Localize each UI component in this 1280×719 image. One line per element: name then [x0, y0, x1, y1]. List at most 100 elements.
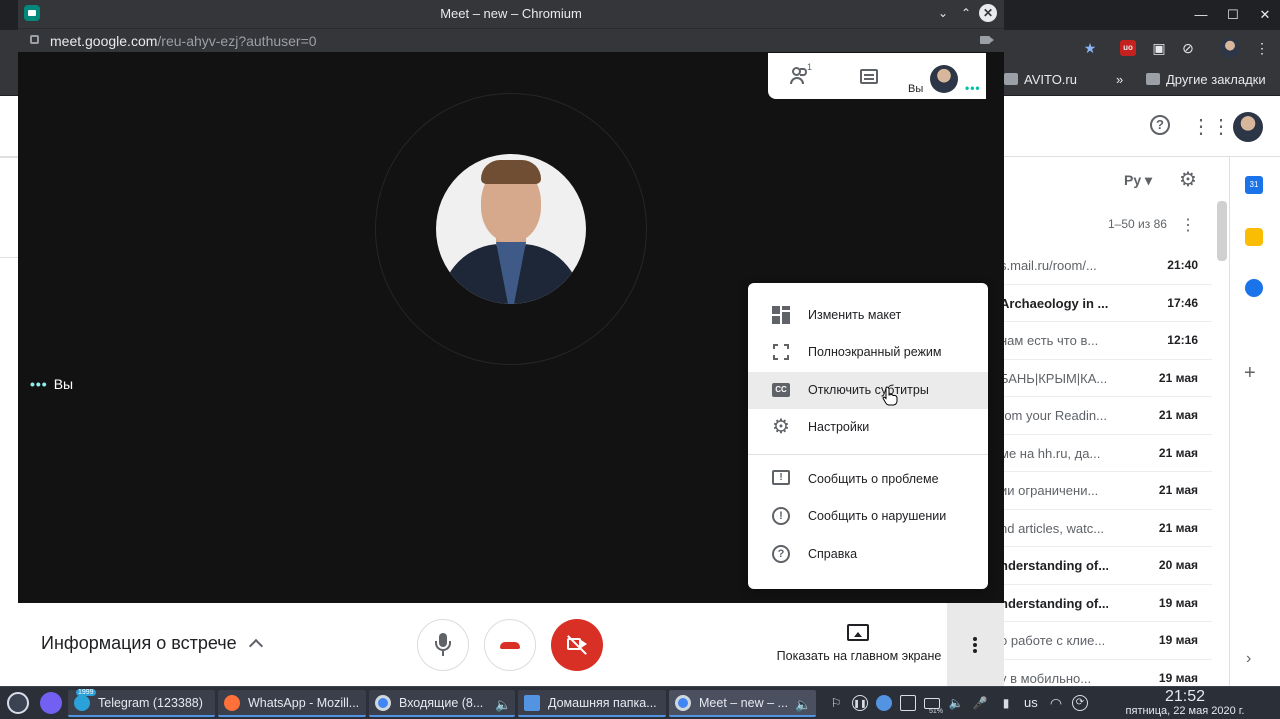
help-icon: ?	[772, 545, 790, 563]
more-options-button[interactable]	[947, 603, 1004, 686]
ublock-extension-icon[interactable]: uo	[1120, 40, 1136, 56]
meeting-info-button[interactable]: Информация о встрече	[41, 633, 263, 654]
extension-icon[interactable]: ▣	[1151, 40, 1167, 56]
telegram-icon	[74, 695, 90, 711]
taskbar-item-meet[interactable]: Meet – new – ... 🔈	[669, 690, 816, 717]
volume-icon[interactable]: 🔈	[948, 695, 964, 711]
menu-kebab-icon[interactable]: ⋮	[1254, 40, 1270, 56]
viber-icon[interactable]	[40, 692, 62, 714]
pause-icon[interactable]: ❚❚	[852, 695, 868, 711]
present-now-button[interactable]: Показать на главном экране	[774, 621, 944, 669]
participants-button[interactable]: 1	[790, 62, 814, 87]
cc-icon: CC	[772, 383, 790, 397]
microphone-button[interactable]	[417, 619, 469, 671]
hang-up-button[interactable]	[484, 619, 536, 671]
list-item[interactable]: нам есть что в... 12:16	[1000, 322, 1212, 360]
menu-item-settings[interactable]: ⚙ Настройки	[748, 409, 988, 446]
clipboard-icon[interactable]: ⟳	[1072, 695, 1088, 711]
list-item[interactable]: nd articles, watc... 21 мая	[1000, 510, 1212, 547]
microphone-icon[interactable]: 🎤	[972, 695, 988, 711]
more-options-menu: Изменить макет Полноэкранный режим CC От…	[748, 283, 988, 589]
list-item[interactable]: s.mail.ru/room/... 21:40	[1000, 247, 1212, 285]
scrollbar[interactable]	[1217, 201, 1227, 261]
bookmark-star-icon[interactable]: ★	[1082, 40, 1098, 56]
chevron-right-icon[interactable]: ›	[1246, 650, 1251, 668]
taskbar-item-home-folder[interactable]: Домашняя папка...	[518, 690, 666, 717]
more-vert-icon[interactable]: ⋮	[1176, 214, 1200, 238]
self-tile-label: Вы	[908, 83, 924, 95]
chevron-up-icon[interactable]: ⌃	[958, 5, 974, 21]
taskbar-item-whatsapp[interactable]: WhatsApp - Mozill...	[218, 690, 366, 717]
bookmark-avito[interactable]: AVITO.ru	[1004, 72, 1077, 88]
clock[interactable]: 21:52 пятница, 22 мая 2020 г.	[1090, 688, 1280, 718]
feedback-icon: !	[772, 470, 790, 485]
usb-icon[interactable]: ▮	[998, 695, 1014, 711]
keep-icon[interactable]	[1245, 228, 1263, 246]
email-subject: у в мобильно...	[1000, 670, 1092, 686]
apps-grid-icon[interactable]: ⋮⋮⋮	[1191, 115, 1251, 139]
bookmark-other[interactable]: Другие закладки	[1146, 72, 1266, 88]
email-date: 21 мая	[1158, 483, 1198, 497]
tasks-icon[interactable]	[1245, 279, 1263, 297]
start-menu-icon[interactable]	[7, 692, 29, 714]
list-item[interactable]: nderstanding of... 20 мая	[1000, 547, 1212, 585]
profile-avatar[interactable]	[1220, 38, 1240, 58]
menu-item-report-abuse[interactable]: ! Сообщить о нарушении	[748, 498, 988, 535]
self-name-label: ••• Вы	[30, 376, 74, 392]
minimize-icon[interactable]: —	[1194, 8, 1208, 22]
layout-icon	[772, 306, 790, 324]
gmail-left-strip	[0, 157, 18, 686]
list-item[interactable]: nderstanding of... 19 мая	[1000, 585, 1212, 622]
add-addon-icon[interactable]: +	[1244, 362, 1256, 385]
email-subject: nderstanding of...	[1000, 595, 1108, 611]
menu-item-report-problem[interactable]: ! Сообщить о проблеме	[748, 461, 988, 498]
email-date: 21:40	[1167, 258, 1198, 272]
hand-cursor-icon	[882, 386, 898, 406]
taskbar-item-telegram[interactable]: 1999 Telegram (123388)	[68, 689, 215, 717]
email-subject: о работе с клие...	[1000, 633, 1106, 648]
maximize-icon[interactable]: ☐	[1226, 8, 1240, 22]
keyboard-layout[interactable]: us	[1024, 695, 1038, 710]
list-item[interactable]: ме на hh.ru, да... 21 мая	[1000, 435, 1212, 472]
menu-divider	[748, 454, 988, 455]
meet-top-right-panel: 1 Вы •••	[768, 53, 986, 99]
menu-item-help[interactable]: ? Справка	[748, 536, 988, 573]
extension-off-icon[interactable]: ⊘	[1180, 40, 1196, 56]
gear-icon[interactable]: ⚙	[1176, 168, 1200, 192]
self-tile-avatar[interactable]	[930, 65, 958, 93]
input-tools-button[interactable]: Ру ▾	[1124, 172, 1152, 189]
chevron-down-icon[interactable]: ⌄	[935, 5, 951, 21]
menu-item-fullscreen[interactable]: Полноэкранный режим	[748, 334, 988, 371]
list-item[interactable]: rom your Readin... 21 мая	[1000, 397, 1212, 435]
notification-icon[interactable]: ⚐	[828, 695, 844, 711]
battery-percent: 51%	[929, 708, 944, 715]
list-item[interactable]: ии ограничени... 21 мая	[1000, 472, 1212, 510]
email-date: 21 мая	[1158, 520, 1198, 535]
calendar-icon[interactable]: 31	[1245, 176, 1263, 194]
email-subject: nd articles, watc...	[1000, 520, 1105, 536]
close-icon[interactable]: ✕	[979, 4, 997, 22]
screen-icon[interactable]	[900, 695, 916, 711]
network-manager-icon[interactable]	[876, 695, 892, 711]
chat-button[interactable]	[860, 69, 878, 84]
menu-item-captions-off[interactable]: CC Отключить субтитры	[748, 372, 988, 409]
bookmarks-overflow-button[interactable]: »	[1116, 72, 1123, 88]
folder-icon	[1146, 73, 1160, 85]
list-item[interactable]: о работе с клие... 19 мая	[1000, 622, 1212, 660]
camera-off-button[interactable]	[551, 619, 603, 671]
wifi-icon[interactable]: ◠	[1048, 695, 1064, 711]
close-icon[interactable]: ✕	[1258, 8, 1272, 22]
gmail-account-avatar[interactable]	[1233, 112, 1263, 142]
list-item[interactable]: Archaeology in ... 17:46	[1000, 285, 1212, 322]
help-icon[interactable]: ?	[1150, 115, 1170, 135]
audio-dots-icon: •••	[30, 376, 48, 392]
list-item[interactable]: БАНЬ|КРЫМ|КА... 21 мая	[1000, 360, 1212, 397]
menu-item-change-layout[interactable]: Изменить макет	[748, 297, 988, 334]
email-date: 20 мая	[1158, 558, 1198, 572]
meeting-control-bar: Информация о встрече Показать на главном…	[18, 603, 1004, 686]
url-bar[interactable]: meet.google.com/reu-ahyv-ezj?authuser=0	[18, 28, 1004, 52]
url-text: meet.google.com/reu-ahyv-ezj?authuser=0	[50, 33, 317, 49]
phone-hangup-icon	[500, 642, 520, 649]
camera-indicator-icon[interactable]	[980, 36, 994, 44]
taskbar-item-inbox[interactable]: Входящие (8... 🔈	[369, 690, 515, 717]
